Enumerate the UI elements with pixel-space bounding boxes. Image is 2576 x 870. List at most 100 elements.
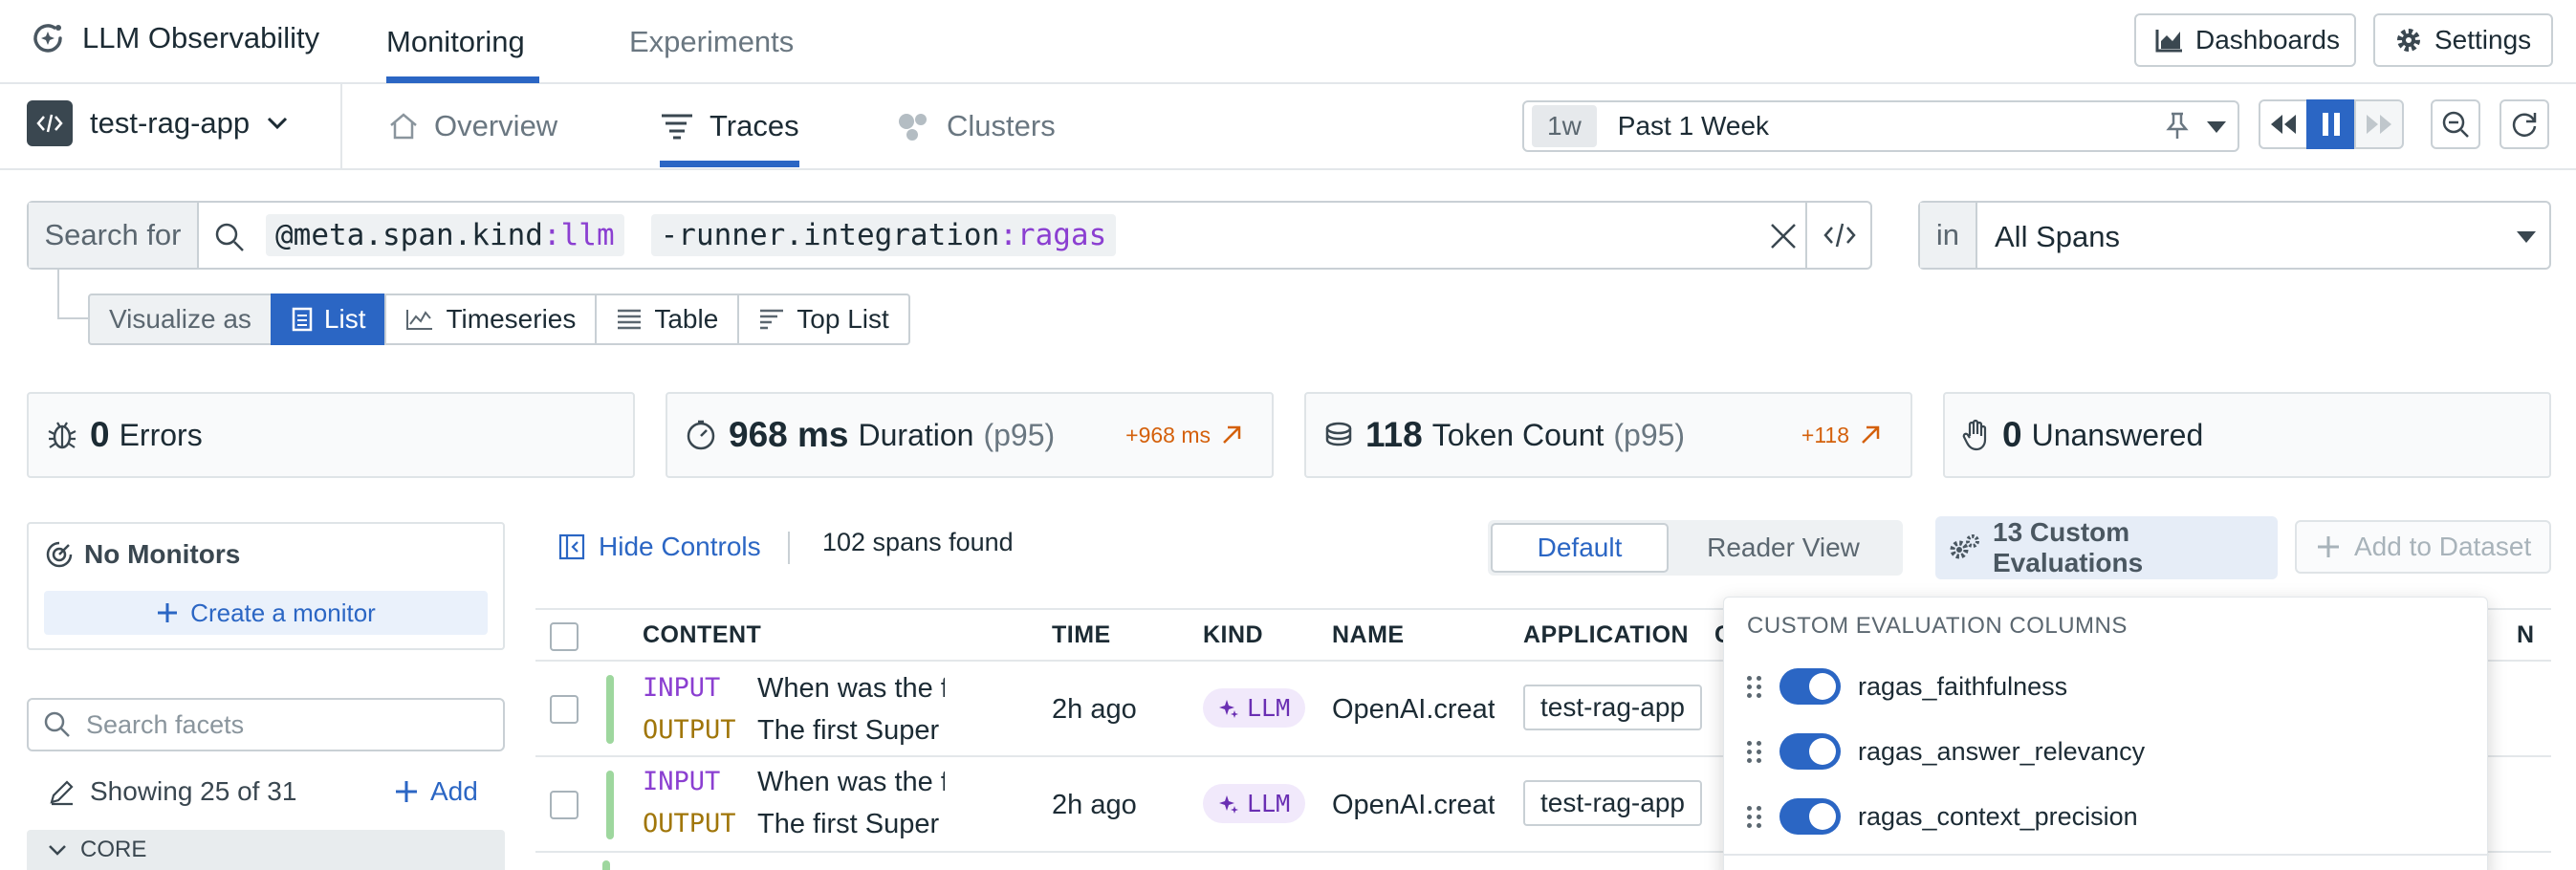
row-checkbox[interactable] — [550, 695, 579, 724]
view-reader-button[interactable]: Reader View — [1669, 523, 1898, 573]
select-all-checkbox[interactable] — [550, 622, 579, 651]
span-scope-selector[interactable]: in All Spans — [1918, 201, 2551, 270]
unanswered-label: Unanswered — [2031, 417, 2204, 452]
search-icon — [214, 222, 245, 252]
search-query-input[interactable]: @meta.span.kind:llm -runner.integration:… — [266, 214, 1117, 256]
app-selector[interactable]: test-rag-app — [27, 100, 288, 146]
refresh-button[interactable] — [2500, 99, 2549, 149]
output-label: OUTPUT — [643, 715, 736, 745]
output-text: The first Super Bowl... — [757, 715, 945, 746]
plus-icon — [156, 601, 179, 624]
hide-controls-button[interactable]: Hide Controls — [558, 532, 761, 562]
search-term-separator: : — [542, 218, 561, 252]
pencil-icon — [48, 777, 76, 806]
time-range-badge: 1w — [1532, 105, 1597, 147]
code-icon — [1823, 222, 1857, 249]
pin-icon[interactable] — [2165, 112, 2190, 141]
settings-button[interactable]: Settings — [2373, 13, 2553, 67]
eval-column-label: ragas_context_precision — [1858, 801, 2138, 831]
tab-clusters[interactable]: Clusters — [895, 84, 1056, 168]
pause-button[interactable] — [2306, 99, 2356, 149]
name-cell: OpenAI.createC — [1332, 694, 1495, 725]
drag-handle-icon[interactable] — [1747, 805, 1762, 828]
column-header-application[interactable]: APPLICATION — [1523, 621, 1689, 649]
application-chip[interactable]: test-rag-app — [1523, 780, 1702, 826]
search-term-runner-integration[interactable]: -runner.integration:ragas — [650, 214, 1117, 256]
column-header-content[interactable]: CONTENT — [643, 621, 761, 649]
zoom-out-button[interactable] — [2431, 99, 2480, 149]
time-range-selector[interactable]: 1w Past 1 Week — [1522, 100, 2239, 152]
fast-forward-button[interactable] — [2354, 99, 2404, 149]
eval-column-toggle[interactable] — [1779, 668, 1841, 705]
app-logo[interactable]: LLM Observability — [29, 19, 319, 57]
search-term-value: llm — [560, 218, 615, 252]
drag-handle-icon[interactable] — [1747, 675, 1762, 698]
duration-delta: +968 ms — [1125, 423, 1243, 448]
unanswered-stat-card[interactable]: 0 Unanswered — [1943, 392, 2551, 478]
status-bar — [606, 771, 614, 839]
tab-experiments[interactable]: Experiments — [629, 0, 794, 84]
facet-section-core[interactable]: CORE — [27, 830, 505, 870]
output-text: The first Super Bowl... — [757, 809, 945, 839]
visualize-as-label: Visualize as — [88, 294, 273, 345]
eval-column-toggle[interactable] — [1779, 733, 1841, 770]
visualize-list-button[interactable]: List — [270, 294, 387, 345]
custom-evaluations-button[interactable]: 13 Custom Evaluations — [1935, 516, 2278, 579]
app-selector-label: test-rag-app — [90, 106, 251, 140]
row-checkbox[interactable] — [550, 791, 579, 819]
chevron-down-icon[interactable] — [2207, 121, 2226, 133]
dashboards-button[interactable]: Dashboards — [2134, 13, 2356, 67]
name-cell: OpenAI.createC — [1332, 790, 1495, 820]
tab-traces[interactable]: Traces — [660, 84, 799, 168]
unanswered-value: 0 — [2002, 415, 2022, 454]
code-view-button[interactable] — [1805, 203, 1872, 268]
search-term-span-kind[interactable]: @meta.span.kind:llm — [266, 214, 624, 256]
column-header-partial[interactable]: N — [2517, 621, 2535, 649]
column-header-name[interactable]: NAME — [1332, 621, 1405, 649]
drag-handle-icon[interactable] — [1747, 740, 1762, 763]
timeseries-icon — [405, 308, 434, 331]
monitors-title: No Monitors — [84, 539, 241, 569]
errors-label: Errors — [119, 417, 203, 452]
tree-connector — [57, 317, 88, 319]
eval-column-toggle[interactable] — [1779, 798, 1841, 835]
time-range-label: Past 1 Week — [1617, 111, 1770, 141]
token-count-label: Token Count — [1431, 417, 1605, 452]
code-app-icon — [27, 100, 73, 146]
search-icon — [44, 711, 71, 738]
visualize-table-button[interactable]: Table — [595, 294, 740, 345]
plus-icon — [394, 779, 419, 804]
top-nav-bar: LLM Observability Monitoring Experiments… — [0, 0, 2576, 84]
errors-stat-card[interactable]: 0 Errors — [27, 392, 635, 478]
add-to-dataset-label: Add to Dataset — [2354, 532, 2532, 561]
view-default-button[interactable]: Default — [1491, 523, 1669, 573]
zoom-out-icon — [2441, 110, 2470, 139]
tab-monitoring[interactable]: Monitoring — [386, 0, 525, 84]
duration-value: 968 ms — [729, 415, 849, 454]
search-term-key: -runner.integration — [660, 218, 1000, 252]
visualize-timeseries-label: Timeseries — [446, 304, 577, 334]
duration-stat-card[interactable]: 968 ms Duration (p95) +968 ms — [666, 392, 1274, 478]
token-count-stat-card[interactable]: 118 Token Count (p95) +118 — [1304, 392, 1912, 478]
visualize-toplist-button[interactable]: Top List — [737, 294, 910, 345]
add-facet-button[interactable]: Add — [394, 776, 478, 807]
eval-column-item[interactable]: ragas_answer_relevancy — [1747, 733, 2145, 770]
search-facets-input[interactable]: Search facets — [27, 698, 505, 751]
visualize-table-label: Table — [654, 304, 719, 334]
tab-traces-indicator — [660, 161, 799, 167]
visualize-timeseries-button[interactable]: Timeseries — [384, 294, 598, 345]
clear-search-icon[interactable] — [1769, 222, 1798, 250]
column-header-kind[interactable]: KIND — [1203, 621, 1263, 649]
tab-overview-label: Overview — [434, 109, 558, 142]
column-header-time[interactable]: TIME — [1052, 621, 1111, 649]
rewind-button[interactable] — [2259, 99, 2308, 149]
tab-overview[interactable]: Overview — [388, 84, 557, 168]
spans-found-count: 102 spans found — [822, 528, 1014, 556]
create-monitor-button[interactable]: Create a monitor — [44, 591, 488, 635]
add-to-dataset-button[interactable]: Add to Dataset — [2295, 520, 2551, 574]
application-chip[interactable]: test-rag-app — [1523, 685, 1702, 730]
eval-column-item[interactable]: ragas_faithfulness — [1747, 668, 2067, 705]
gear-icon — [2394, 26, 2423, 54]
time-cell: 2h ago — [1052, 694, 1137, 725]
eval-column-item[interactable]: ragas_context_precision — [1747, 798, 2138, 835]
